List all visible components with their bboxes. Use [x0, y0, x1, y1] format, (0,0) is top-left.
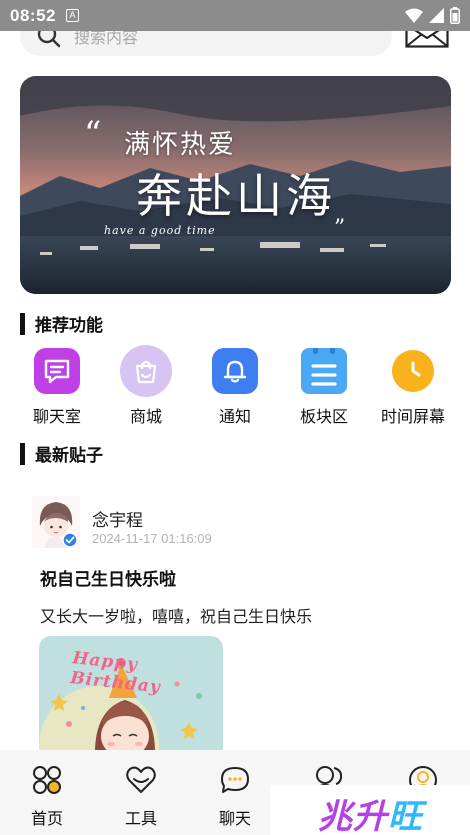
post-body: 又长大一岁啦，嘻嘻，祝自己生日快乐	[40, 607, 313, 626]
watermark-part2: 旺	[388, 797, 423, 835]
battery-icon	[450, 7, 460, 24]
feature-notify[interactable]: 通知	[190, 348, 280, 427]
banner-tagline: have a good time	[104, 224, 216, 237]
home-grid-icon	[33, 766, 61, 794]
shopping-bag-icon	[120, 345, 172, 397]
chat-bubble-icon	[221, 767, 249, 793]
post-author[interactable]: 念宇程	[92, 506, 143, 531]
banner-quote-close: ”	[334, 216, 346, 241]
status-bar: 08:52 A	[0, 0, 470, 31]
nav-home[interactable]: 首页	[0, 764, 94, 829]
banner-title: 奔赴山海	[136, 169, 336, 223]
feature-label: 聊天室	[32, 407, 81, 426]
status-indicators	[405, 7, 460, 24]
section-title: 推荐功能	[35, 316, 103, 336]
feature-label: 时间屏幕	[380, 407, 445, 426]
bell-icon	[212, 348, 258, 394]
post-timestamp: 2024-11-17 01:16:09	[92, 531, 212, 546]
status-time: 08:52	[10, 5, 56, 25]
feature-label: 商城	[129, 407, 162, 426]
banner-carousel[interactable]: “ 满怀热爱 奔赴山海 have a good time ”	[20, 76, 451, 294]
avatar[interactable]	[32, 496, 80, 548]
nav-chat[interactable]: 聊天	[188, 764, 282, 829]
chat-room-icon	[34, 348, 80, 394]
section-title: 最新贴子	[35, 446, 103, 466]
nav-label: 首页	[30, 809, 63, 828]
section-heading-posts: 最新贴子	[20, 441, 103, 466]
signal-icon	[429, 8, 444, 23]
nav-label: 聊天	[218, 809, 251, 828]
nav-tools[interactable]: 工具	[94, 764, 188, 829]
notification-icon: A	[65, 9, 79, 22]
section-marker	[20, 442, 25, 465]
feature-clock-screen[interactable]: 时间屏幕	[368, 348, 458, 427]
clock-icon	[392, 350, 434, 392]
feature-label: 通知	[218, 407, 251, 426]
feature-grid: 聊天室 商城 通知 板块区 时间屏幕	[0, 345, 470, 428]
feature-chat-room[interactable]: 聊天室	[12, 348, 102, 427]
section-heading-features: 推荐功能	[20, 311, 103, 336]
feature-boards[interactable]: 板块区	[279, 348, 369, 427]
banner-quote-open: “	[84, 114, 102, 154]
banner-heading: 满怀热爱	[124, 130, 237, 160]
feature-label: 板块区	[299, 407, 348, 426]
wifi-icon	[405, 8, 423, 23]
board-list-icon	[301, 348, 347, 394]
post-title: 祝自己生日快乐啦	[40, 570, 176, 590]
nav-label: 工具	[124, 809, 157, 828]
watermark-logo: 兆升旺	[318, 789, 423, 835]
watermark-part1: 兆升	[318, 797, 388, 835]
heart-icon	[126, 766, 156, 793]
section-marker	[20, 312, 25, 335]
post-image[interactable]: Happy Birthday	[39, 636, 223, 760]
feature-shop[interactable]: 商城	[101, 345, 191, 427]
